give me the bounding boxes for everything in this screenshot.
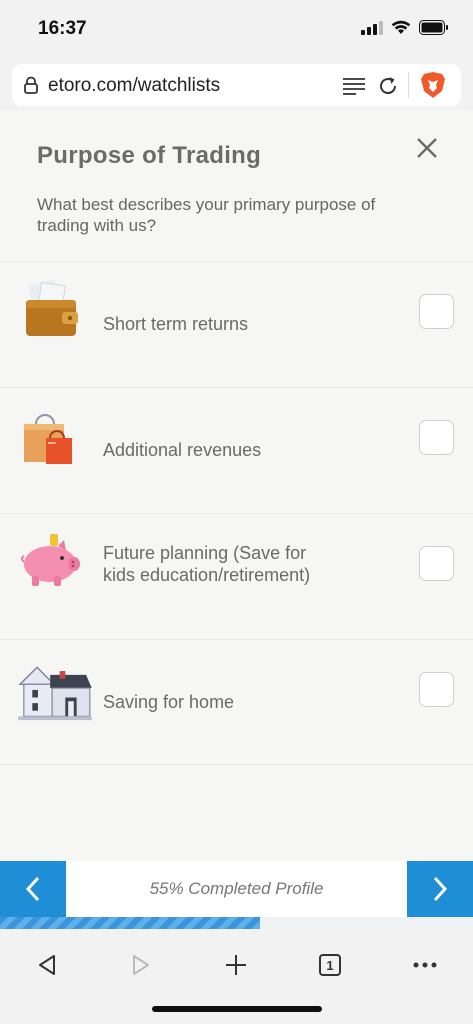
back-arrow-icon bbox=[39, 955, 55, 975]
more-dots-icon bbox=[413, 962, 437, 968]
progress-bar-fill bbox=[0, 917, 261, 929]
modal-subtitle: What best describes your primary purpose… bbox=[37, 195, 376, 235]
forward-button[interactable] bbox=[119, 945, 163, 985]
progress-text: 55% Completed Profile bbox=[66, 861, 407, 917]
option-label: Future planning (Save for kids education… bbox=[103, 543, 311, 585]
url-text: etoro.com/watchlists bbox=[48, 75, 221, 96]
previous-step-button[interactable] bbox=[0, 861, 66, 917]
status-time: 16:37 bbox=[38, 18, 87, 39]
option-label: Additional revenues bbox=[103, 440, 262, 460]
url-field[interactable]: etoro.com/watchlists bbox=[12, 64, 461, 106]
plus-icon bbox=[226, 955, 246, 975]
url-divider bbox=[408, 72, 409, 98]
more-menu-button[interactable] bbox=[403, 945, 447, 985]
status-bar: 16:37 bbox=[0, 0, 473, 58]
piggy-bank-icon bbox=[21, 534, 80, 586]
tab-count: 1 bbox=[319, 954, 341, 976]
modal-title: Purpose of Trading bbox=[37, 142, 262, 169]
reader-mode-icon[interactable] bbox=[342, 76, 366, 96]
option-checkbox[interactable] bbox=[419, 294, 454, 329]
home-indicator bbox=[152, 1006, 322, 1012]
option-checkbox[interactable] bbox=[419, 546, 454, 581]
wifi-icon bbox=[391, 20, 411, 34]
house-icon bbox=[18, 666, 92, 721]
reload-icon[interactable] bbox=[376, 74, 400, 98]
shopping-bags-icon bbox=[24, 414, 72, 464]
progress-navigation: 55% Completed Profile bbox=[0, 861, 473, 917]
option-short-term-returns[interactable]: Short term returns bbox=[0, 261, 473, 387]
browser-address-bar: etoro.com/watchlists bbox=[0, 58, 473, 110]
option-label: Saving for home bbox=[103, 692, 235, 712]
progress-bar bbox=[0, 917, 473, 929]
status-icons bbox=[361, 20, 449, 35]
cellular-signal-icon bbox=[361, 20, 383, 35]
option-future-planning[interactable]: Future planning (Save for kids education… bbox=[0, 513, 473, 639]
battery-icon bbox=[419, 20, 448, 35]
option-checkbox[interactable] bbox=[419, 672, 454, 707]
forward-arrow-icon bbox=[133, 955, 149, 975]
close-icon[interactable] bbox=[415, 136, 439, 160]
chevron-left-icon bbox=[25, 876, 40, 902]
option-saving-for-home[interactable]: Saving for home bbox=[0, 639, 473, 765]
brave-shield-icon[interactable] bbox=[420, 71, 446, 99]
purpose-options-list: Short term returns Additional revenues F… bbox=[0, 261, 473, 765]
chevron-right-icon bbox=[433, 876, 448, 902]
lock-icon bbox=[24, 76, 38, 94]
wallet-icon bbox=[26, 279, 78, 336]
tabs-button[interactable]: 1 bbox=[308, 945, 352, 985]
option-checkbox[interactable] bbox=[419, 420, 454, 455]
option-label: Short term returns bbox=[103, 314, 249, 334]
option-additional-revenues[interactable]: Additional revenues bbox=[0, 387, 473, 513]
back-button[interactable] bbox=[25, 945, 69, 985]
new-tab-button[interactable] bbox=[214, 945, 258, 985]
next-step-button[interactable] bbox=[407, 861, 473, 917]
